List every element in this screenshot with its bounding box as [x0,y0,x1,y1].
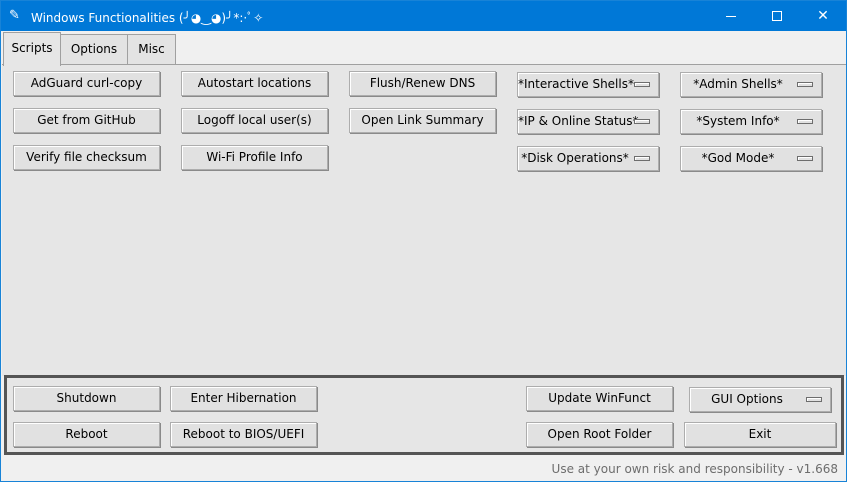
menu-indicator-icon [634,82,650,87]
exit-button[interactable]: Exit [684,422,836,447]
menu-indicator-icon [797,156,813,161]
system-info-menu[interactable]: *System Info* [680,109,822,134]
enter-hibernation-button[interactable]: Enter Hibernation [170,386,317,411]
menu-label: GUI Options [711,392,783,406]
window-title: Windows Functionalities (╯◕‿◕)╯*:·ﾟ✧ [31,11,264,25]
app-window: ✎ Windows Functionalities (╯◕‿◕)╯*:·ﾟ✧ ✕… [0,0,847,482]
minimize-button[interactable] [708,1,754,31]
update-winfunct-button[interactable]: Update WinFunct [526,386,673,411]
menu-label: *System Info* [696,114,780,128]
close-button[interactable]: ✕ [800,1,846,31]
reboot-button[interactable]: Reboot [13,422,160,447]
tab-options[interactable]: Options [60,34,128,65]
maximize-button[interactable] [754,1,800,31]
menu-indicator-icon [797,82,813,87]
reboot-to-bios-button[interactable]: Reboot to BIOS/UEFI [170,422,317,447]
feather-icon: ✎ [9,8,20,23]
wifi-profile-info-button[interactable]: Wi-Fi Profile Info [181,145,328,170]
status-text: Use at your own risk and responsibility … [551,462,838,476]
tab-misc[interactable]: Misc [127,34,176,65]
god-mode-menu[interactable]: *God Mode* [680,146,822,171]
verify-file-checksum-button[interactable]: Verify file checksum [13,145,160,170]
title-bar[interactable]: ✎ Windows Functionalities (╯◕‿◕)╯*:·ﾟ✧ ✕ [1,1,846,31]
ip-online-status-menu[interactable]: *IP & Online Status* [517,109,659,134]
tab-scripts[interactable]: Scripts [3,32,61,66]
menu-label: *Admin Shells* [693,77,783,91]
open-link-summary-button[interactable]: Open Link Summary [349,108,496,133]
disk-operations-menu[interactable]: *Disk Operations* [517,146,659,171]
menu-label: *IP & Online Status* [518,114,639,128]
gui-options-menu[interactable]: GUI Options [689,387,831,412]
shutdown-button[interactable]: Shutdown [13,386,160,411]
bottom-actions: Shutdown Enter Hibernation Update WinFun… [4,375,844,455]
menu-label: *God Mode* [701,151,775,165]
autostart-locations-button[interactable]: Autostart locations [181,71,328,96]
menu-label: *Disk Operations* [521,151,629,165]
admin-shells-menu[interactable]: *Admin Shells* [680,72,822,97]
maximize-icon [772,11,782,21]
menu-indicator-icon [634,119,650,124]
adguard-curl-copy-button[interactable]: AdGuard curl-copy [13,71,160,96]
menu-indicator-icon [806,397,822,402]
menu-indicator-icon [634,156,650,161]
tab-bar: Scripts Options Misc [1,31,846,66]
get-from-github-button[interactable]: Get from GitHub [13,108,160,133]
flush-renew-dns-button[interactable]: Flush/Renew DNS [349,71,496,96]
menu-indicator-icon [797,119,813,124]
interactive-shells-menu[interactable]: *Interactive Shells* [517,72,659,97]
logoff-local-users-button[interactable]: Logoff local user(s) [181,108,328,133]
scripts-panel: AdGuard curl-copy Get from GitHub Verify… [2,64,846,376]
close-icon: ✕ [817,8,829,24]
open-root-folder-button[interactable]: Open Root Folder [526,422,673,447]
menu-label: *Interactive Shells* [518,77,634,91]
minimize-icon [726,15,736,17]
